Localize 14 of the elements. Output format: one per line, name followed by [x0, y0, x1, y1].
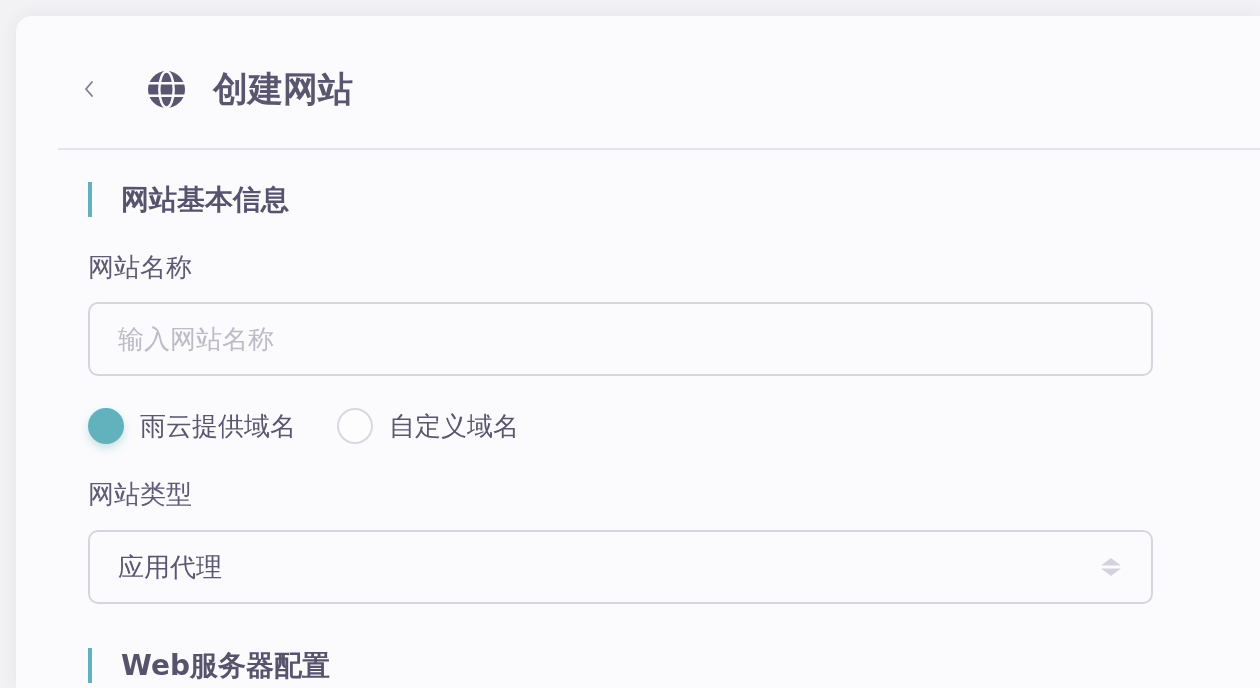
section-heading: 网站基本信息	[88, 182, 1153, 217]
type-select[interactable]: 应用代理	[88, 530, 1153, 604]
globe-icon	[148, 70, 185, 108]
sort-arrows-icon	[1101, 558, 1121, 576]
field-label: 网站类型	[88, 479, 193, 509]
radio-label[interactable]: 雨云提供域名	[140, 408, 296, 444]
field-label: 网站名称	[88, 252, 193, 282]
page-title: 创建网站	[213, 68, 353, 110]
chevron-left-icon	[83, 80, 95, 98]
text-input[interactable]: 输入网站名称	[88, 302, 1153, 376]
radio-label[interactable]: 自定义域名	[389, 408, 519, 444]
radio-button[interactable]	[88, 408, 124, 444]
section-heading: Web服务器配置	[88, 648, 1153, 683]
radio-button[interactable]	[337, 408, 373, 444]
